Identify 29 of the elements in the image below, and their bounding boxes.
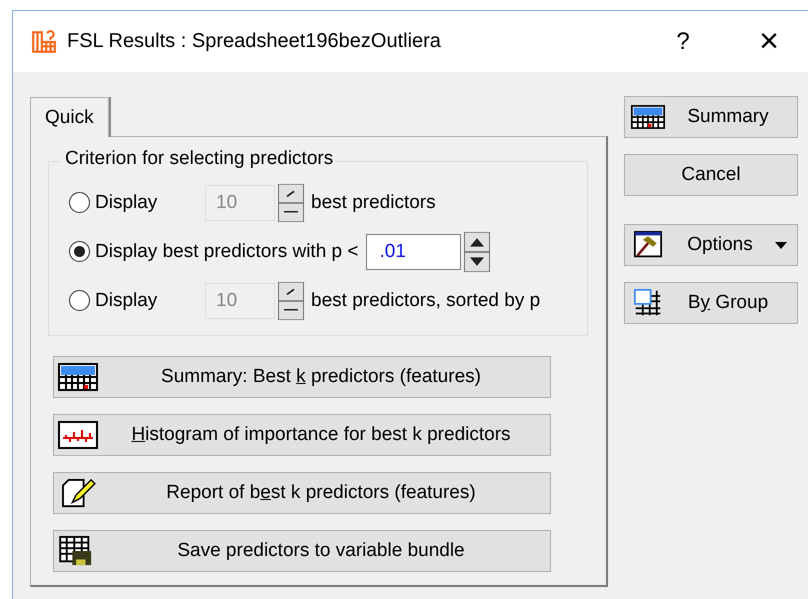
option-suffix: best predictors bbox=[311, 192, 436, 214]
table-icon bbox=[631, 103, 665, 131]
table-icon bbox=[58, 362, 98, 392]
action-button[interactable]: Save predictors to variable bundle bbox=[53, 530, 551, 572]
option-suffix: best predictors, sorted by p bbox=[311, 290, 540, 312]
option-label: Display bbox=[95, 192, 158, 214]
option-label: Display best predictors with p < bbox=[95, 240, 358, 262]
side-button[interactable]: Cancel bbox=[624, 154, 798, 196]
side-button[interactable]: Options bbox=[624, 224, 798, 266]
action-button[interactable]: Histogram of importance for best k predictors bbox=[53, 414, 551, 456]
window-title: FSL Results : Spreadsheet196bezOutliera bbox=[67, 30, 442, 53]
app-icon bbox=[31, 28, 57, 54]
group-title: Criterion for selecting predictors bbox=[61, 148, 338, 170]
hammer-icon bbox=[631, 231, 665, 259]
action-button[interactable]: Report of best k predictors (features) bbox=[53, 472, 551, 514]
number-field[interactable]: .01 bbox=[366, 234, 462, 270]
action-button[interactable]: Summary: Best k predictors (features) bbox=[53, 356, 551, 398]
option-label: Display bbox=[95, 290, 158, 312]
histogram-icon bbox=[58, 420, 98, 450]
spinner-icon[interactable] bbox=[278, 282, 304, 320]
caret-icon bbox=[775, 242, 787, 248]
close-button[interactable]: × bbox=[744, 22, 794, 61]
spinner-icon[interactable] bbox=[278, 184, 304, 222]
help-button[interactable]: ? bbox=[658, 28, 708, 56]
side-button[interactable]: Summary bbox=[624, 96, 798, 138]
spinner-icon[interactable] bbox=[464, 232, 490, 272]
tab[interactable]: Quick bbox=[30, 97, 109, 137]
side-button[interactable]: By Group bbox=[624, 282, 798, 324]
radio-button[interactable] bbox=[69, 241, 90, 262]
